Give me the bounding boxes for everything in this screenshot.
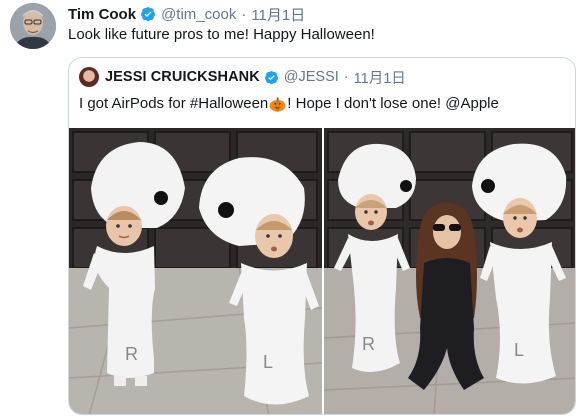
photo-left[interactable]: R L: [69, 128, 322, 414]
tweet-header: Tim Cook @tim_cook · 11月1日: [68, 4, 305, 24]
pumpkin-icon: [269, 96, 286, 112]
separator: ·: [343, 69, 349, 85]
verified-badge-icon: [141, 7, 156, 22]
quoted-tweet[interactable]: JESSI CRUICKSHANK @JESSI · 11月1日 I got A…: [68, 57, 576, 415]
avatar[interactable]: [10, 3, 56, 49]
costume-letter-l: L: [263, 352, 273, 372]
costume-letter-l: L: [514, 340, 524, 360]
quoted-author-name[interactable]: JESSI CRUICKSHANK: [105, 69, 260, 85]
quoted-author-handle[interactable]: @JESSI: [284, 69, 339, 85]
avatar-image: [10, 3, 56, 49]
costume-letter-r: R: [362, 334, 375, 354]
quoted-tweet-text: I got AirPods for #Halloween ! Hope I do…: [79, 94, 499, 114]
photo-right[interactable]: R L: [324, 128, 575, 414]
tweet: Tim Cook @tim_cook · 11月1日 Look like fut…: [0, 0, 586, 420]
verified-badge-icon: [264, 70, 278, 84]
costume-letter-r: R: [125, 344, 138, 364]
quoted-text-part-1: I got AirPods for #Halloween: [79, 95, 269, 112]
quoted-tweet-date[interactable]: 11月1日: [354, 67, 406, 88]
tweet-text: Look like future pros to me! Happy Hallo…: [68, 26, 375, 43]
photo-right-image: R L: [324, 128, 575, 414]
quoted-avatar[interactable]: [79, 67, 99, 87]
author-name[interactable]: Tim Cook: [68, 6, 136, 23]
media-grid: R L R L: [69, 128, 575, 414]
quoted-tweet-header: JESSI CRUICKSHANK @JESSI · 11月1日: [79, 66, 406, 88]
author-handle[interactable]: @tim_cook: [161, 6, 236, 23]
tweet-date[interactable]: 11月1日: [251, 4, 305, 25]
photo-left-image: R L: [69, 128, 322, 414]
separator: ·: [241, 5, 247, 23]
quoted-text-part-2: ! Hope I don't lose one! @Apple: [287, 95, 499, 112]
